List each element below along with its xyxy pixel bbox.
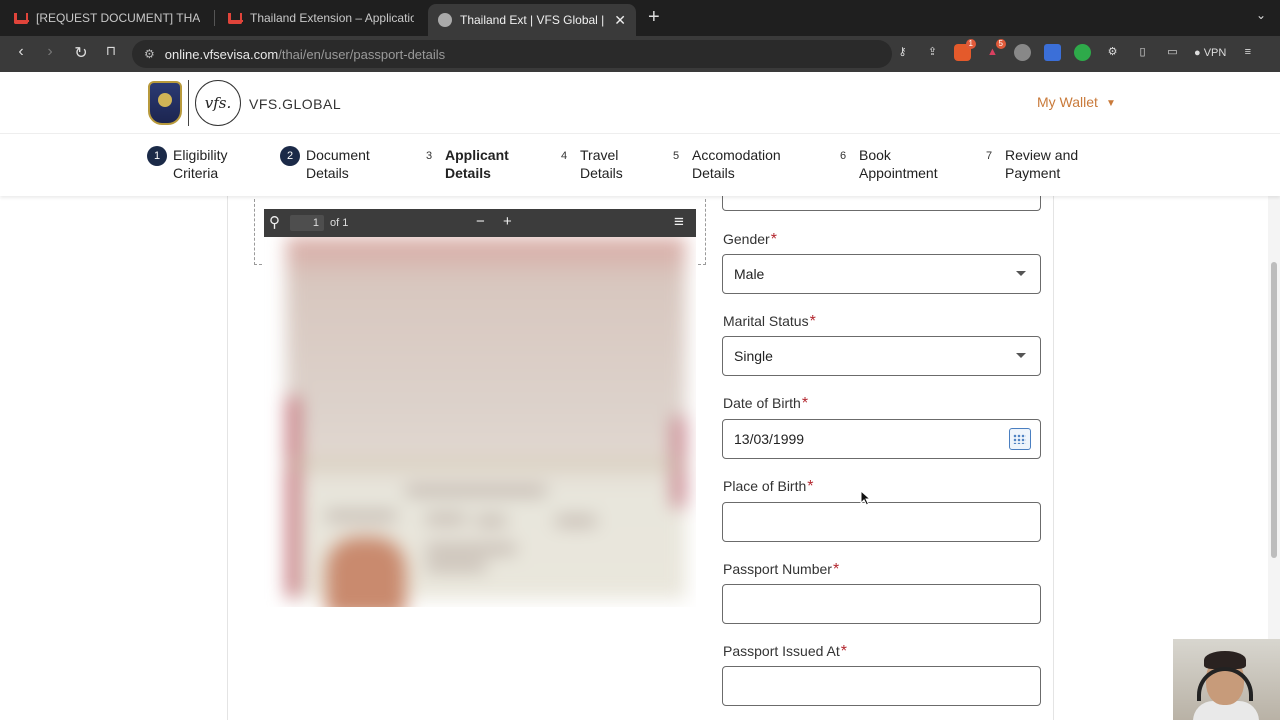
- back-arrow-icon[interactable]: ‹: [10, 43, 32, 61]
- reload-icon[interactable]: ↻: [70, 43, 92, 63]
- caret-down-icon: ▼: [1105, 97, 1116, 109]
- tab-search-chevron-icon[interactable]: ⌄: [1256, 8, 1266, 22]
- zoom-in-icon[interactable]: +: [503, 213, 512, 230]
- step-number: 2: [280, 146, 300, 166]
- pdf-toolbar: ⚲ 1 of 1 − + ≡: [264, 209, 696, 237]
- gender-label: Gender*: [723, 231, 777, 248]
- place-of-birth-label: Place of Birth*: [723, 478, 814, 495]
- date-of-birth-value: 13/03/1999: [734, 431, 805, 447]
- browser-tab-bar: [REQUEST DOCUMENT] THAR SE Thailand Exte…: [0, 0, 1280, 36]
- browser-tab-gmail-request[interactable]: [REQUEST DOCUMENT] THAR SE: [4, 4, 210, 32]
- progress-steps: 1 Eligibility Criteria 2 Document Details …: [0, 134, 1280, 196]
- place-of-birth-input[interactable]: [722, 502, 1041, 542]
- vfs-logo-text: VFS.GLOBAL: [249, 96, 342, 112]
- step-label: Applicant Details: [445, 147, 509, 181]
- vpn-button[interactable]: ● VPN: [1194, 47, 1226, 59]
- step-label: Review and Payment: [1005, 147, 1079, 181]
- blurred-passport-image: [286, 237, 686, 607]
- tab-title: Thailand Ext | VFS Global | Offi: [460, 13, 606, 27]
- gender-select[interactable]: Male: [722, 254, 1041, 294]
- pdf-page-input[interactable]: 1: [290, 215, 324, 231]
- translate-extension-icon[interactable]: [1044, 44, 1061, 61]
- marital-status-label: Marital Status*: [723, 313, 816, 330]
- step-label: Document Details: [306, 147, 370, 181]
- step-accomodation-details[interactable]: 5 Accomodation Details: [666, 146, 781, 182]
- brave-rewards-icon[interactable]: ▲ 5: [984, 39, 1006, 61]
- calendar-icon[interactable]: [1009, 428, 1031, 450]
- menu-icon[interactable]: ≡: [1239, 44, 1256, 61]
- step-number: 7: [985, 150, 993, 162]
- vfs-icon: [438, 13, 452, 27]
- toolbar-icons: ⚷ ⇪ 1 ▲ 5 ⚙ ▯ ▭ ● VPN ≡: [894, 39, 1256, 61]
- step-number: 1: [147, 146, 167, 166]
- previous-field-bottom[interactable]: [722, 196, 1041, 211]
- gender-value: Male: [734, 266, 765, 282]
- chevron-down-icon: [1016, 353, 1026, 358]
- address-bar[interactable]: ⚙ online.vfsevisa.com/thai/en/user/passp…: [132, 40, 892, 68]
- logo-divider: [188, 80, 189, 126]
- step-book-appointment[interactable]: 6 Book Appointment: [833, 146, 938, 182]
- date-of-birth-input[interactable]: 13/03/1999: [722, 419, 1041, 459]
- my-wallet-dropdown[interactable]: My Wallet ▼: [1037, 94, 1116, 110]
- chevron-down-icon: [1016, 271, 1026, 276]
- tab-title: Thailand Extension – Application R: [250, 11, 414, 25]
- webcam-overlay: [1173, 639, 1280, 720]
- share-icon[interactable]: ⇪: [924, 44, 941, 61]
- sidebar-icon[interactable]: ▯: [1134, 44, 1151, 61]
- marital-status-select[interactable]: Single: [722, 336, 1041, 376]
- step-applicant-details[interactable]: 3 Applicant Details: [419, 146, 509, 182]
- site-header: vfs. VFS.GLOBAL My Wallet ▼: [0, 72, 1280, 134]
- passport-number-input[interactable]: [722, 584, 1041, 624]
- passport-issued-at-input[interactable]: [722, 666, 1041, 706]
- url-text: online.vfsevisa.com/thai/en/user/passpor…: [164, 46, 446, 62]
- zoom-out-icon[interactable]: −: [476, 213, 485, 230]
- extension-avatar-icon[interactable]: [1014, 44, 1031, 61]
- pdf-page-preview: [264, 237, 696, 607]
- search-icon[interactable]: ⚲: [269, 213, 280, 231]
- step-eligibility-criteria[interactable]: 1 Eligibility Criteria: [147, 146, 227, 182]
- extensions-puzzle-icon[interactable]: ⚙: [1104, 44, 1121, 61]
- marital-status-value: Single: [734, 348, 773, 364]
- scrollbar-thumb[interactable]: [1271, 262, 1277, 558]
- step-number: 5: [672, 150, 680, 162]
- browser-tab-thailand-extension[interactable]: Thailand Extension – Application R: [218, 4, 424, 32]
- brave-shield-icon[interactable]: 1: [954, 39, 976, 61]
- step-label: Eligibility Criteria: [173, 147, 228, 181]
- step-label: Travel Details: [580, 147, 623, 181]
- bookmark-icon[interactable]: ⊓: [100, 43, 122, 59]
- step-review-and-payment[interactable]: 7 Review and Payment: [979, 146, 1078, 182]
- tab-separator: [214, 10, 215, 26]
- green-extension-icon[interactable]: [1074, 44, 1091, 61]
- step-number: 4: [560, 150, 568, 162]
- wallet-icon[interactable]: ▭: [1164, 44, 1181, 61]
- step-document-details[interactable]: 2 Document Details: [280, 146, 370, 182]
- step-label: Accomodation Details: [692, 147, 781, 181]
- step-number: 6: [839, 150, 847, 162]
- close-tab-icon[interactable]: ✕: [614, 12, 626, 29]
- new-tab-icon[interactable]: +: [648, 6, 660, 29]
- step-number: 3: [425, 150, 433, 162]
- pdf-menu-icon[interactable]: ≡: [674, 212, 684, 232]
- site-info-icon[interactable]: ⚙: [144, 47, 155, 61]
- forward-arrow-icon[interactable]: ›: [39, 43, 61, 61]
- gmail-icon: [14, 12, 28, 24]
- step-travel-details[interactable]: 4 Travel Details: [554, 146, 623, 182]
- vfs-logo-icon[interactable]: vfs.: [195, 80, 241, 126]
- step-label: Book Appointment: [859, 147, 938, 181]
- key-icon[interactable]: ⚷: [894, 44, 911, 61]
- browser-toolbar: ‹ › ↻ ⊓ ⚙ online.vfsevisa.com/thai/en/us…: [0, 36, 1280, 72]
- mouse-cursor-icon: [860, 490, 872, 506]
- pdf-page-count: of 1: [330, 217, 349, 229]
- tab-title: [REQUEST DOCUMENT] THAR SE: [36, 11, 200, 25]
- browser-tab-vfs-active[interactable]: Thailand Ext | VFS Global | Offi ✕: [428, 4, 636, 36]
- passport-issued-at-label: Passport Issued At*: [723, 643, 847, 660]
- thai-police-emblem-icon: [148, 81, 182, 125]
- date-of-birth-label: Date of Birth*: [723, 395, 809, 412]
- gmail-icon: [228, 12, 242, 24]
- passport-number-label: Passport Number*: [723, 561, 840, 578]
